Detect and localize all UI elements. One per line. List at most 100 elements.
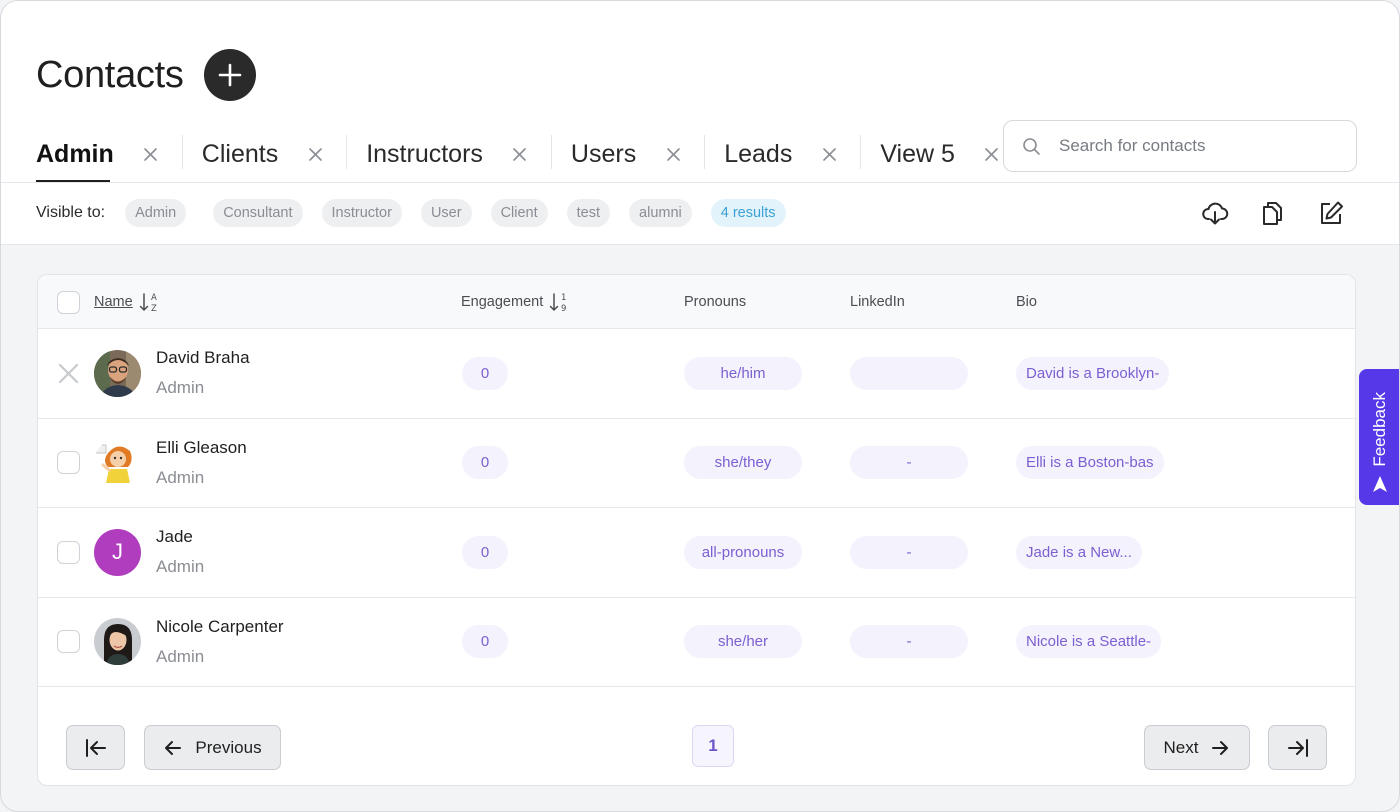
table-row[interactable]: Elli Gleason Admin 0 she/they - Elli is … xyxy=(38,419,1355,508)
role-chip-user: User xyxy=(420,199,472,227)
download-button[interactable] xyxy=(1201,199,1229,227)
contact-name[interactable]: Elli Gleason xyxy=(156,438,247,458)
contact-name[interactable]: David Braha xyxy=(156,348,250,368)
table-row[interactable]: David Braha Admin 0 he/him David is a Br… xyxy=(38,329,1355,419)
name-cell: David Braha Admin xyxy=(94,329,250,417)
role-chip-client: Client xyxy=(490,199,548,227)
page-number-button[interactable]: 1 xyxy=(692,725,734,767)
contact-role: Admin xyxy=(156,646,205,666)
column-header-engagement[interactable]: Engagement 1 9 xyxy=(461,275,571,329)
table-row[interactable]: Nicole Carpenter Admin 0 she/her - Nicol… xyxy=(38,598,1355,687)
table-row[interactable]: J Jade Admin 0 all-pronouns - Jade is a … xyxy=(38,508,1355,598)
engagement-cell: 0 xyxy=(462,508,508,596)
contact-role: Admin xyxy=(156,467,205,487)
tabs-divider xyxy=(1,182,1399,183)
view-tabs: Admin Clients Instructors Users Leads Vi… xyxy=(36,127,1006,183)
feedback-label: Feedback xyxy=(1370,392,1389,467)
bio-cell: Jade is a New... xyxy=(1016,508,1142,596)
svg-text:Z: Z xyxy=(151,304,157,314)
avatar: J xyxy=(94,528,141,576)
bio-pill: David is a Brooklyn- xyxy=(1016,356,1170,390)
row-checkbox[interactable] xyxy=(57,630,80,653)
pagination: Previous 1 Next xyxy=(38,689,1355,785)
last-page-icon xyxy=(1287,738,1308,757)
arrow-right-icon xyxy=(1212,740,1229,755)
tab-view-5[interactable]: View 5 xyxy=(860,127,1006,181)
sort-alpha-icon: A Z xyxy=(139,293,157,314)
name-cell: J Jade Admin xyxy=(94,508,204,596)
avatar xyxy=(94,349,141,397)
tab-leads[interactable]: Leads xyxy=(704,127,860,181)
tab-label: View 5 xyxy=(880,139,955,168)
last-page-button[interactable] xyxy=(1268,725,1327,770)
close-icon[interactable] xyxy=(308,147,322,161)
pronouns-cell: she/her xyxy=(684,598,802,686)
linkedin-cell xyxy=(850,329,968,417)
previous-page-button[interactable]: Previous xyxy=(144,725,281,770)
close-icon[interactable] xyxy=(57,362,80,385)
contact-name[interactable]: Nicole Carpenter xyxy=(156,617,284,637)
search-input[interactable] xyxy=(1059,136,1339,156)
row-checkbox[interactable] xyxy=(57,540,80,564)
bio-cell: Elli is a Boston-bas xyxy=(1016,419,1164,507)
close-icon[interactable] xyxy=(985,147,999,161)
search-icon xyxy=(1023,137,1040,155)
contact-role: Admin xyxy=(156,557,205,576)
svg-text:1: 1 xyxy=(561,293,566,303)
edit-button[interactable] xyxy=(1317,199,1345,227)
row-select-cell xyxy=(57,419,80,507)
row-checkbox[interactable] xyxy=(57,451,80,474)
close-icon[interactable] xyxy=(666,147,680,161)
table-header: Name A Z Engagement 1 9 Pronouns LinkedI… xyxy=(38,275,1355,329)
person-info: David Braha Admin xyxy=(156,348,250,398)
column-header-bio: Bio xyxy=(1016,294,1037,310)
role-chip-instructor: Instructor xyxy=(321,199,402,227)
previous-label: Previous xyxy=(195,737,262,757)
visibility-row: Visible to: Admin Consultant Instructor … xyxy=(36,199,805,227)
tab-admin[interactable]: Admin xyxy=(36,127,182,181)
column-label: Name xyxy=(94,294,133,310)
bio-pill: Jade is a New... xyxy=(1016,535,1142,569)
bio-pill: Nicole is a Seattle- xyxy=(1016,625,1162,658)
add-contact-button[interactable] xyxy=(203,49,256,101)
close-icon[interactable] xyxy=(513,147,527,161)
person-info: Elli Gleason Admin xyxy=(156,438,247,488)
copy-button[interactable] xyxy=(1259,199,1287,227)
avatar xyxy=(94,439,141,486)
tab-label: Users xyxy=(570,139,637,168)
bio-cell: David is a Brooklyn- xyxy=(1016,329,1170,417)
column-header-pronouns: Pronouns xyxy=(684,294,747,310)
svg-text:9: 9 xyxy=(561,304,566,314)
results-badge: 4 results xyxy=(710,199,786,227)
engagement-cell: 0 xyxy=(462,598,508,686)
bio-pill: Elli is a Boston-bas xyxy=(1016,446,1164,479)
contact-name[interactable]: Jade xyxy=(156,527,204,547)
app-window: Contacts Admin Clients Instructors Users… xyxy=(0,0,1400,812)
pronouns-cell: all-pronouns xyxy=(684,508,802,596)
linkedin-pill: - xyxy=(850,625,968,658)
column-header-name[interactable]: Name A Z xyxy=(94,275,161,329)
linkedin-cell: - xyxy=(850,419,968,507)
feedback-tab[interactable]: Feedback xyxy=(1359,369,1399,505)
next-page-button[interactable]: Next xyxy=(1144,725,1250,770)
select-all-checkbox[interactable] xyxy=(57,290,80,314)
row-select-cell xyxy=(57,508,80,596)
close-icon[interactable] xyxy=(144,147,158,161)
tab-clients[interactable]: Clients xyxy=(181,127,346,181)
search-box[interactable] xyxy=(1003,120,1357,172)
tab-label: Clients xyxy=(201,139,279,168)
toolbar-actions xyxy=(1201,199,1345,227)
column-header-linkedin: LinkedIn xyxy=(850,294,905,310)
engagement-pill: 0 xyxy=(462,535,508,569)
engagement-pill: 0 xyxy=(462,356,508,390)
tab-users[interactable]: Users xyxy=(550,127,704,181)
next-label: Next xyxy=(1163,737,1199,757)
page-title: Contacts xyxy=(36,53,184,96)
row-select-cell xyxy=(57,598,80,686)
first-page-button[interactable] xyxy=(66,725,125,770)
pronouns-pill: she/her xyxy=(684,625,802,658)
linkedin-pill: - xyxy=(850,535,968,569)
tab-instructors[interactable]: Instructors xyxy=(346,127,551,181)
sort-numeric-icon: 1 9 xyxy=(549,293,567,314)
close-icon[interactable] xyxy=(822,147,836,161)
